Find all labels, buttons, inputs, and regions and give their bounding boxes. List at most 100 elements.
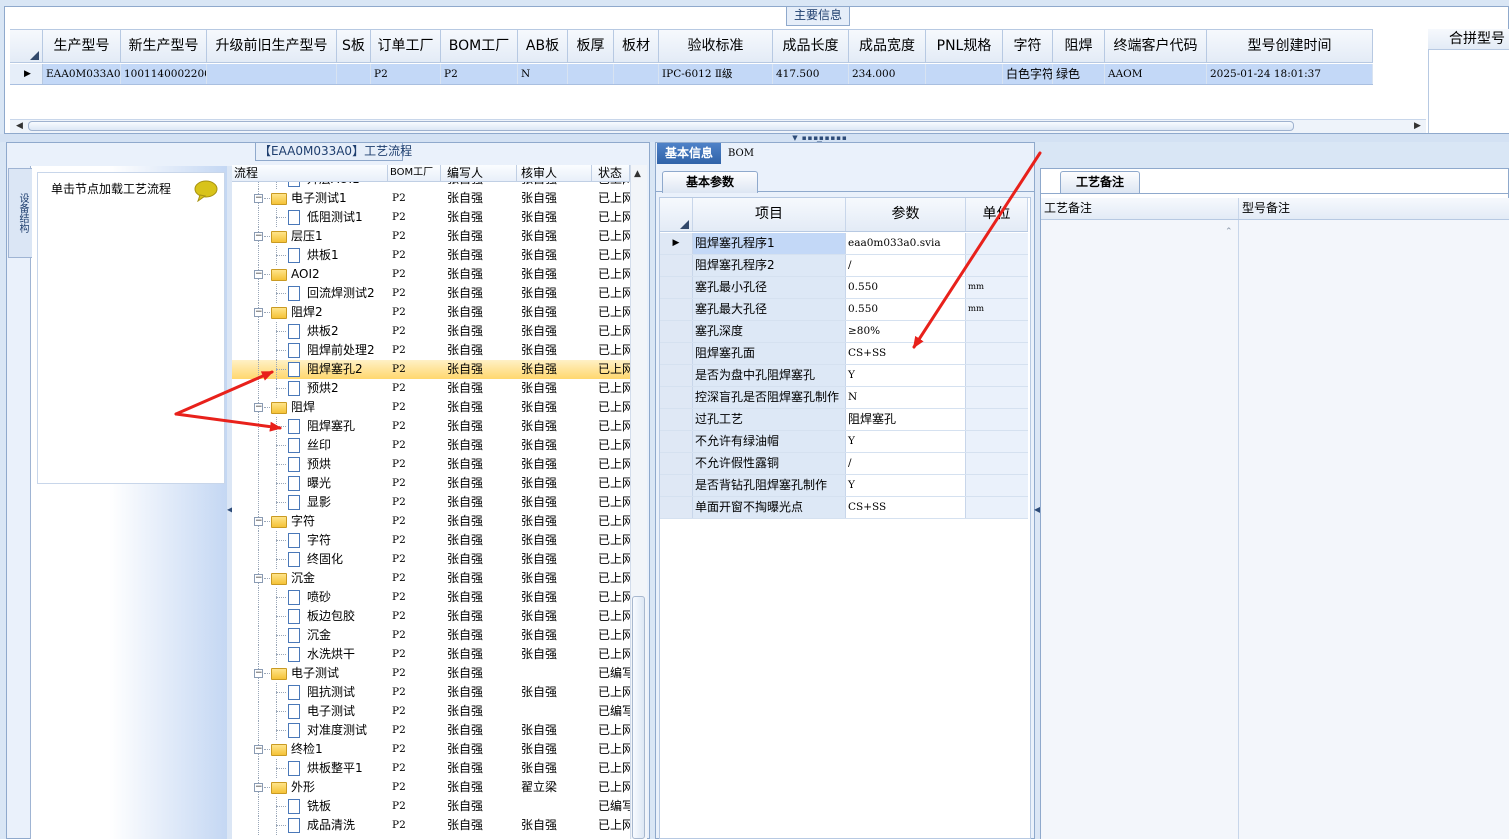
param-row[interactable]: 阻焊塞孔程序2/ — [660, 255, 1028, 277]
tree-node[interactable]: 丝印 — [232, 436, 388, 455]
tree-row[interactable]: − 字符 P2 张自强 张自强 已上网 — [232, 512, 630, 531]
collapse-toggle-icon[interactable]: − — [254, 669, 263, 678]
tree-col-reviewer[interactable]: 核审人 — [517, 165, 592, 181]
param-row[interactable]: 控深盲孔是否阻焊塞孔制作 N — [660, 387, 1028, 409]
tree-node[interactable]: 铣板 — [232, 797, 388, 816]
splitter-grip-icon[interactable]: ▼ ▪▪▪▪▪▪▪▪ ▼ — [788, 135, 852, 148]
param-value[interactable]: 0.550 — [846, 277, 966, 298]
tree-row[interactable]: 电子测试 P2 张自强 已编写 — [232, 702, 630, 721]
collapse-toggle-icon[interactable]: − — [254, 574, 263, 583]
tree-row[interactable]: − 终检1 P2 张自强 张自强 已上网 — [232, 740, 630, 759]
tree-node[interactable]: 显影 — [232, 493, 388, 512]
tree-node[interactable]: 沉金 — [232, 626, 388, 645]
process-notes-area[interactable] — [1041, 220, 1238, 839]
main-grid-row[interactable]: ▶EAA0M033A010011400022006P2P2NIPC-6012 Ⅱ… — [10, 64, 1373, 85]
tree-row[interactable]: 铣板 P2 张自强 已编写 — [232, 797, 630, 816]
param-value[interactable]: eaa0m033a0.svia — [846, 233, 966, 254]
tree-node[interactable]: 喷砂 — [232, 588, 388, 607]
tree-row[interactable]: 成品清洗 P2 张自强 张自强 已上网 — [232, 816, 630, 835]
tab-basic-info[interactable]: 基本信息 — [657, 143, 721, 164]
tree-col-status[interactable]: 状态 — [592, 165, 630, 181]
tree-row[interactable]: 喷砂 P2 张自强 张自强 已上网 — [232, 588, 630, 607]
tree-node[interactable]: − AOI2 — [232, 265, 388, 284]
param-row[interactable]: 塞孔最小孔径 0.550 mm — [660, 277, 1028, 299]
tree-node[interactable]: 阻抗测试 — [232, 683, 388, 702]
collapse-toggle-icon[interactable]: − — [254, 194, 263, 203]
tree-node[interactable]: − 外形 — [232, 778, 388, 797]
param-row[interactable]: ▶ 阻焊塞孔程序1 eaa0m033a0.svia — [660, 233, 1028, 255]
main-col-header[interactable]: 升级前旧生产型号 — [207, 30, 337, 62]
main-grid-cell[interactable]: P2 — [371, 64, 441, 84]
param-row[interactable]: 塞孔最大孔径 0.550 mm — [660, 299, 1028, 321]
main-col-header[interactable]: PNL规格 — [926, 30, 1003, 62]
collapse-toggle-icon[interactable]: − — [254, 308, 263, 317]
tree-scroll-thumb[interactable] — [632, 596, 645, 839]
tree-node[interactable]: 终固化 — [232, 550, 388, 569]
collapse-toggle-icon[interactable]: − — [254, 403, 263, 412]
main-col-header[interactable]: 阻焊 — [1053, 30, 1105, 62]
tab-bom[interactable]: BOM — [726, 143, 756, 164]
tree-row[interactable]: − 阻焊 P2 张自强 张自强 已上网 — [232, 398, 630, 417]
tree-row[interactable]: 显影 P2 张自强 张自强 已上网 — [232, 493, 630, 512]
tree-node[interactable]: 低阻测试1 — [232, 208, 388, 227]
horizontal-scroll-thumb[interactable] — [28, 121, 1294, 131]
tree-row[interactable]: 低阻测试1 P2 张自强 张自强 已上网 — [232, 208, 630, 227]
tree-row[interactable]: 预烘 P2 张自强 张自强 已上网 — [232, 455, 630, 474]
main-grid-cell[interactable]: 2025-01-24 18:01:37 — [1207, 64, 1373, 84]
param-value[interactable]: 阻焊塞孔 — [846, 409, 966, 430]
main-col-header[interactable]: 订单工厂 — [371, 30, 441, 62]
main-grid-cell[interactable]: 白色字符 — [1003, 64, 1053, 84]
main-col-header[interactable]: 验收标准 — [659, 30, 773, 62]
tree-row[interactable]: 沉金 P2 张自强 张自强 已上网 — [232, 626, 630, 645]
tree-node[interactable]: 烘板1 — [232, 246, 388, 265]
tree-node[interactable]: 阻焊前处理2 — [232, 341, 388, 360]
collapse-toggle-icon[interactable]: − — [254, 517, 263, 526]
tree-row[interactable]: − 层压1 P2 张自强 张自强 已上网 — [232, 227, 630, 246]
tree-row[interactable]: 水洗烘干 P2 张自强 张自强 已上网 — [232, 645, 630, 664]
main-col-header[interactable]: 字符 — [1003, 30, 1053, 62]
param-row[interactable]: 过孔工艺 阻焊塞孔 — [660, 409, 1028, 431]
collapse-toggle-icon[interactable]: − — [254, 270, 263, 279]
model-notes-area[interactable] — [1239, 220, 1509, 839]
param-value[interactable]: 0.550 — [846, 299, 966, 320]
tree-node[interactable]: − 电子测试1 — [232, 189, 388, 208]
scroll-left-arrow-icon[interactable]: ◀ — [16, 120, 23, 132]
main-grid-cell[interactable]: 绿色 — [1053, 64, 1105, 84]
param-col-item[interactable]: 项目 — [693, 198, 846, 231]
tree-row[interactable]: 丝印 P2 张自强 张自强 已上网 — [232, 436, 630, 455]
main-grid-cell[interactable] — [207, 64, 337, 84]
tree-row[interactable]: − AOI2 P2 张自强 张自强 已上网 — [232, 265, 630, 284]
tree-node[interactable]: 水洗烘干 — [232, 645, 388, 664]
main-grid-cell[interactable] — [926, 64, 1003, 84]
main-grid-cell[interactable]: 234.000 — [849, 64, 926, 84]
tree-row[interactable]: 升层AOI1P2张自强张自强已上网 — [232, 182, 630, 189]
param-value[interactable]: N — [846, 387, 966, 408]
main-grid-cell[interactable]: 10011400022006 — [121, 64, 207, 84]
collapse-toggle-icon[interactable]: − — [254, 232, 263, 241]
param-value[interactable]: Y — [846, 365, 966, 386]
main-grid-cell[interactable]: N — [518, 64, 568, 84]
tree-node[interactable]: 预烘 — [232, 455, 388, 474]
main-grid-cell[interactable] — [337, 64, 371, 84]
tree-node[interactable]: 预烘2 — [232, 379, 388, 398]
main-grid-cell[interactable] — [568, 64, 614, 84]
tree-row[interactable]: − 电子测试1 P2 张自强 张自强 已上网 — [232, 189, 630, 208]
tree-col-flow[interactable]: 流程 — [232, 165, 388, 181]
main-grid-cell[interactable]: 417.500 — [773, 64, 849, 84]
tree-node[interactable]: 回流焊测试2 — [232, 284, 388, 303]
main-col-header[interactable]: 板厚 — [568, 30, 614, 62]
tree-node[interactable]: 成品清洗 — [232, 816, 388, 835]
tree-node[interactable]: 升层AOI1 — [232, 182, 388, 189]
tree-node[interactable]: 阻焊塞孔 — [232, 417, 388, 436]
tree-row[interactable]: 终固化 P2 张自强 张自强 已上网 — [232, 550, 630, 569]
tree-row[interactable]: 阻焊塞孔 P2 张自强 张自强 已上网 — [232, 417, 630, 436]
main-col-header[interactable]: 成品宽度 — [849, 30, 926, 62]
tree-node[interactable]: 板边包胶 — [232, 607, 388, 626]
tree-node[interactable]: − 字符 — [232, 512, 388, 531]
tree-node[interactable]: 字符 — [232, 531, 388, 550]
main-col-header[interactable]: 成品长度 — [773, 30, 849, 62]
tree-node[interactable]: − 沉金 — [232, 569, 388, 588]
tree-row[interactable]: 对准度测试 P2 张自强 张自强 已上网 — [232, 721, 630, 740]
param-row[interactable]: 不允许假性露铜 / — [660, 453, 1028, 475]
tree-row[interactable]: − 阻焊2 P2 张自强 张自强 已上网 — [232, 303, 630, 322]
